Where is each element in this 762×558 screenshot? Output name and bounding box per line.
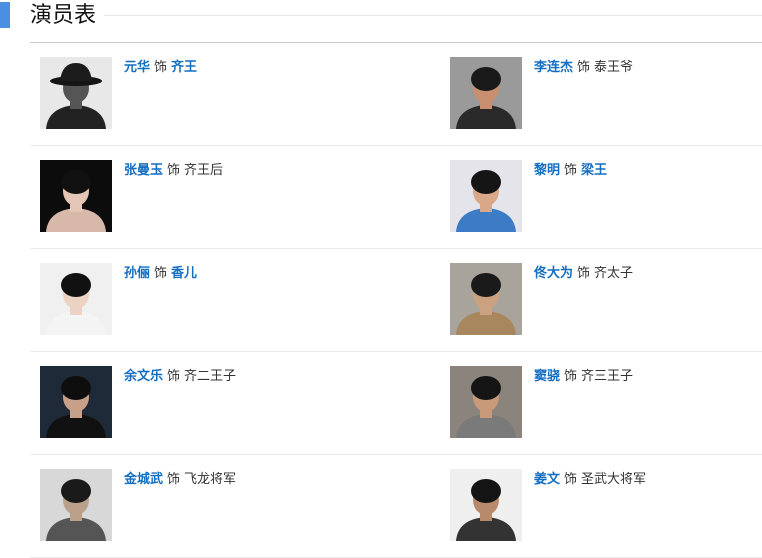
role-name: 泰王爷	[594, 60, 634, 75]
actor-photo[interactable]	[40, 263, 112, 335]
actor-photo[interactable]	[40, 366, 112, 438]
actor-name-link[interactable]: 金城武	[124, 472, 163, 487]
cast-caption: 黎明饰梁王	[534, 162, 607, 180]
role-name: 圣武大将军	[581, 472, 647, 487]
actor-photo[interactable]	[40, 469, 112, 541]
role-separator: 饰	[577, 266, 591, 281]
cast-caption: 元华饰齐王	[124, 59, 197, 77]
role-separator: 饰	[564, 163, 578, 178]
cast-row: 元华饰齐王 李连杰饰泰王爷	[30, 43, 762, 146]
cast-caption: 张曼玉饰齐王后	[124, 162, 223, 180]
cast-row: 孙俪饰香儿 佟大为饰齐太子	[30, 249, 762, 352]
section-title: 演员表	[30, 1, 105, 31]
actor-photo[interactable]	[450, 469, 522, 541]
actor-name-link[interactable]: 姜文	[534, 472, 560, 487]
role-separator: 饰	[577, 60, 591, 75]
role-name: 齐三王子	[581, 369, 634, 384]
cast-caption: 李连杰饰泰王爷	[534, 59, 633, 77]
role-separator: 饰	[154, 60, 168, 75]
role-separator: 饰	[167, 163, 181, 178]
role-separator: 饰	[154, 266, 168, 281]
actor-photo[interactable]	[450, 263, 522, 335]
actor-photo[interactable]	[40, 57, 112, 129]
actor-name-link[interactable]: 孙俪	[124, 266, 150, 281]
role-name[interactable]: 齐王	[171, 60, 197, 75]
cast-caption: 窦骁饰齐三王子	[534, 368, 633, 386]
role-name[interactable]: 梁王	[581, 163, 607, 178]
role-name: 齐二王子	[184, 369, 237, 384]
cast-list: 元华饰齐王 李连杰饰泰王爷 张曼玉饰齐王后 黎明饰梁王 孙俪饰香儿 佟大为 饰 …	[30, 43, 762, 558]
actor-name-link[interactable]: 窦骁	[534, 369, 560, 384]
actor-name-link[interactable]: 余文乐	[124, 369, 163, 384]
heading-divider	[104, 15, 762, 16]
cast-row: 张曼玉饰齐王后 黎明饰梁王	[30, 146, 762, 249]
actor-photo[interactable]	[450, 160, 522, 232]
actor-photo[interactable]	[450, 366, 522, 438]
actor-name-link[interactable]: 张曼玉	[124, 163, 163, 178]
role-name: 齐王后	[184, 163, 224, 178]
actor-photo[interactable]	[450, 57, 522, 129]
role-name[interactable]: 香儿	[171, 266, 197, 281]
cast-row: 金城武饰飞龙将军 姜文饰圣武大将军	[30, 455, 762, 558]
role-name: 齐太子	[594, 266, 634, 281]
cast-caption: 姜文饰圣武大将军	[534, 471, 646, 489]
cast-row: 余文乐饰齐二王子 窦骁饰齐三王子	[30, 352, 762, 455]
cast-caption: 余文乐饰齐二王子	[124, 368, 236, 386]
actor-name-link[interactable]: 元华	[124, 60, 150, 75]
role-name: 飞龙将军	[184, 472, 237, 487]
actor-name-link[interactable]: 李连杰	[534, 60, 573, 75]
section-accent-bar	[0, 2, 10, 28]
actor-photo[interactable]	[40, 160, 112, 232]
cast-caption: 孙俪饰香儿	[124, 265, 197, 283]
actor-name-link[interactable]: 佟大为	[534, 266, 573, 281]
role-separator: 饰	[167, 472, 181, 487]
cast-caption: 金城武饰飞龙将军	[124, 471, 236, 489]
cast-caption: 佟大为饰齐太子	[534, 265, 633, 283]
role-separator: 饰	[167, 369, 181, 384]
actor-name-link[interactable]: 黎明	[534, 163, 560, 178]
role-separator: 饰	[564, 369, 578, 384]
role-separator: 饰	[564, 472, 578, 487]
